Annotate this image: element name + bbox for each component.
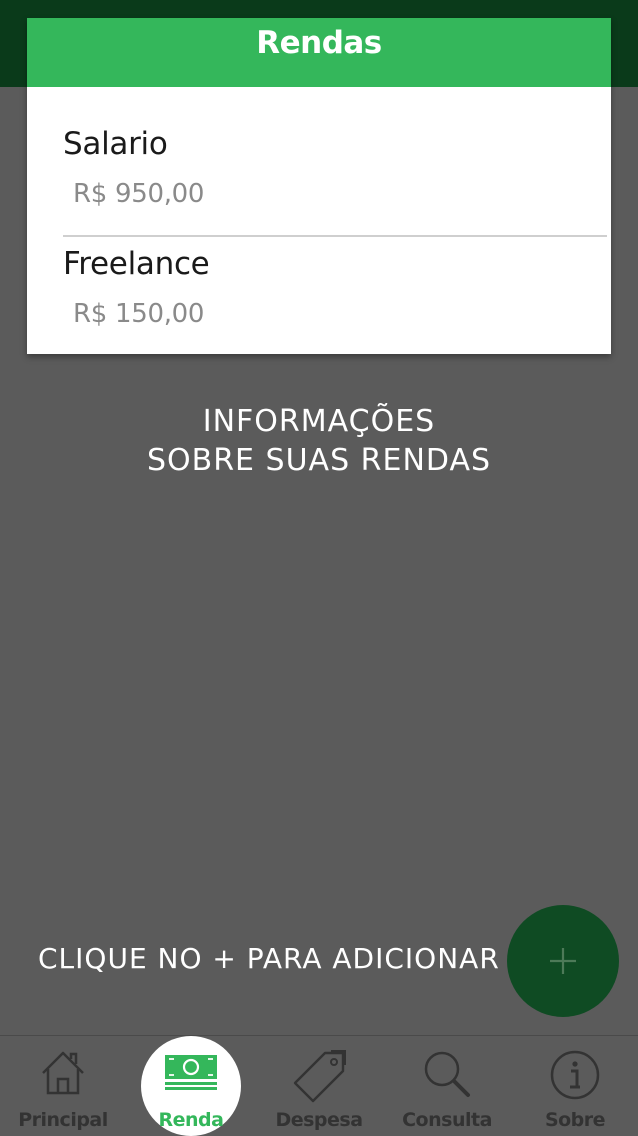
info-text: INFORMAÇÕES SOBRE SUAS RENDAS: [0, 402, 638, 480]
plus-icon: [550, 948, 576, 974]
nav-label: Principal: [18, 1109, 108, 1131]
nav-item-sobre[interactable]: Sobre: [512, 1035, 638, 1133]
income-list-dialog: Rendas Salario R$ 950,00 Freelance R$ 15…: [27, 18, 611, 354]
home-icon: [42, 1051, 84, 1095]
nav-item-consulta[interactable]: Consulta: [384, 1035, 510, 1133]
add-hint-text: CLIQUE NO + PARA ADICIONAR: [38, 942, 500, 975]
add-income-button[interactable]: [507, 905, 619, 1017]
income-name: Salario: [63, 126, 168, 162]
nav-label: Renda: [158, 1109, 224, 1131]
price-tag-icon: [293, 1050, 346, 1103]
nav-label: Sobre: [544, 1109, 606, 1131]
info-line-2: SOBRE SUAS RENDAS: [146, 443, 492, 478]
income-value: R$ 150,00: [73, 299, 205, 329]
nav-item-renda[interactable]: Renda: [128, 1035, 254, 1133]
search-icon: [424, 1051, 470, 1097]
dialog-title: Rendas: [256, 24, 382, 61]
income-value: R$ 950,00: [73, 179, 205, 209]
nav-item-principal[interactable]: Principal: [0, 1035, 126, 1133]
nav-label: Consulta: [402, 1109, 492, 1131]
income-list-item[interactable]: Freelance R$ 150,00: [63, 246, 607, 329]
money-icon: [165, 1055, 217, 1090]
info-icon: [550, 1050, 600, 1100]
nav-label: Despesa: [275, 1109, 363, 1131]
income-list-item[interactable]: Salario R$ 950,00: [63, 126, 607, 209]
nav-item-despesa[interactable]: Despesa: [256, 1035, 382, 1133]
income-name: Freelance: [63, 246, 210, 282]
dialog-header: Rendas: [27, 18, 611, 87]
list-divider: [63, 235, 607, 237]
info-line-1: INFORMAÇÕES: [202, 404, 436, 439]
